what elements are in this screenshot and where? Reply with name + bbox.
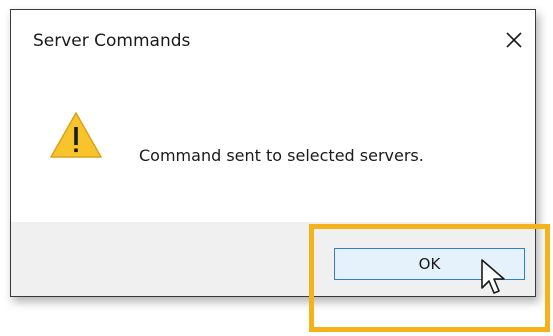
dialog-titlebar[interactable]: Server Commands [11,10,535,72]
close-button[interactable] [495,24,533,56]
screenshot-stage: Server Commands Command sent to selected… [0,0,553,336]
dialog-content: Command sent to selected servers. [11,72,535,222]
highlight-box [309,224,550,332]
warning-icon [50,112,102,158]
dialog-message: Command sent to selected servers. [139,146,424,165]
close-icon [506,32,522,48]
dialog-title: Server Commands [33,31,191,51]
mouse-pointer-icon [481,259,505,294]
